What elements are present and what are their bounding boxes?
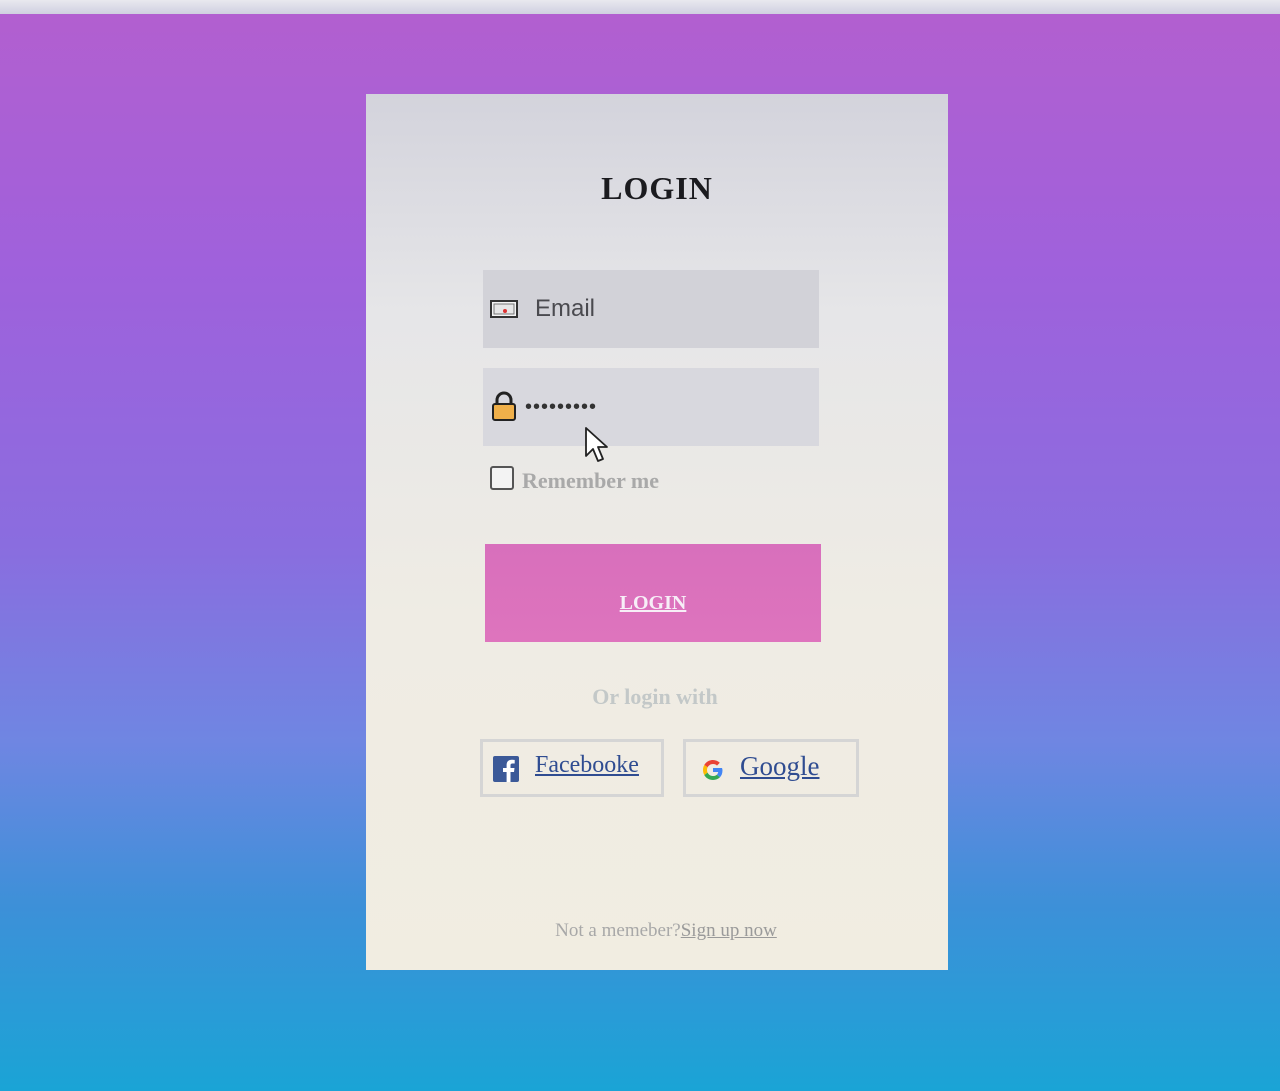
- signup-link[interactable]: Sign up now: [681, 920, 777, 941]
- envelope-icon: [490, 300, 518, 318]
- login-button[interactable]: LOGIN: [485, 544, 821, 642]
- or-login-with-text: Or login with: [592, 684, 718, 709]
- email-input[interactable]: [535, 270, 805, 348]
- facebook-login-button[interactable]: Facebooke: [480, 739, 664, 797]
- window-top-strip: [0, 0, 1280, 14]
- password-input[interactable]: [525, 368, 795, 446]
- google-login-button[interactable]: Google: [683, 739, 859, 797]
- login-button-label: LOGIN: [619, 592, 687, 614]
- email-field[interactable]: [483, 270, 819, 348]
- signup-prompt-text: Not a memeber?: [555, 920, 681, 941]
- google-label: Google: [740, 751, 820, 781]
- facebook-label: Facebooke: [535, 752, 639, 778]
- login-card: LOGIN Remember me LOGIN Or login with Fa…: [366, 94, 948, 970]
- facebook-icon: [493, 756, 519, 782]
- remember-me-label: Remember me: [522, 468, 660, 493]
- lock-icon: [492, 391, 516, 421]
- mouse-cursor-icon: [585, 427, 608, 462]
- login-title: LOGIN: [601, 170, 713, 206]
- signup-prompt: Not a memeber?Sign up now: [366, 920, 966, 942]
- password-field[interactable]: [483, 368, 819, 446]
- google-icon: [703, 760, 723, 780]
- remember-me-checkbox[interactable]: [490, 466, 514, 490]
